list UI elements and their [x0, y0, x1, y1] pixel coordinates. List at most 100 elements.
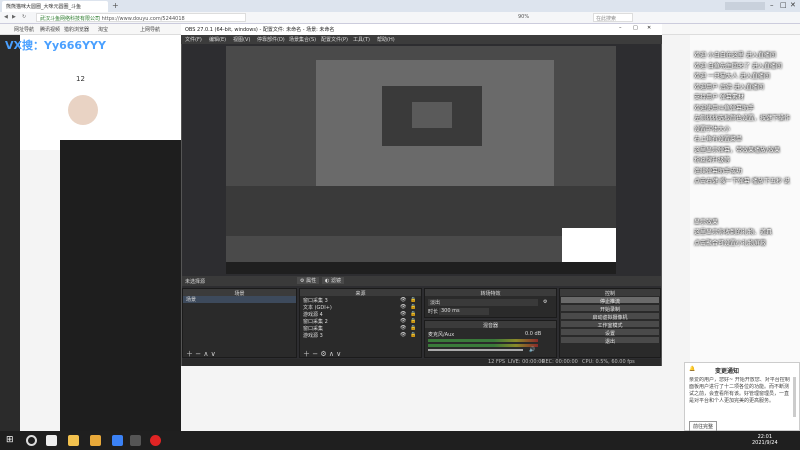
bookmark-4[interactable]: 淘宝 [98, 26, 108, 33]
obs-menubar: 文件(F) 编辑(E) 视图(V) 停靠部件(D) 场景集合(S) 配置文件(P… [181, 35, 662, 44]
volume-slider[interactable] [428, 349, 523, 351]
chat-message: 点击右键 搜一下弹幕 播放下五秒 说 [694, 178, 790, 185]
minimize-icon[interactable]: – [770, 1, 774, 9]
chat-message: 连续弹幕助手成功 [694, 167, 743, 175]
volume-meter [428, 339, 538, 342]
mute-icon[interactable]: 🔊 [529, 347, 535, 353]
close-icon[interactable]: ✕ [790, 1, 796, 9]
clock-date: 2021/9/24 [752, 440, 778, 446]
mixer-panel: 混音器 麦克风/Aux 0.0 dB 🔊 [424, 320, 557, 358]
back-icon[interactable]: ◀ [4, 14, 8, 20]
source-item[interactable]: 窗口采集 2 👁 🔒 [300, 318, 421, 325]
menu-docks[interactable]: 停靠部件(D) [257, 36, 285, 43]
menu-view[interactable]: 视图(V) [233, 36, 250, 43]
new-tab-button[interactable]: + [112, 1, 119, 10]
chat-message: 欢迎用户 后佛 进入直播间 [694, 83, 764, 91]
source-item[interactable]: 游戏源 3 👁 🔒 [300, 332, 421, 339]
browser-tab-bar: 熊熊猫咪大圆圈_大咪元圆圈_斗鱼 + – □ ✕ [0, 0, 800, 12]
mixer-track-level: 0.0 dB [525, 331, 542, 337]
status-cpu: CPU: 0.5%, 60.00 fps [582, 359, 635, 365]
refresh-icon[interactable]: ↻ [22, 14, 26, 20]
source-controls[interactable]: ＋ − ⚙ ∧ ∨ [303, 349, 341, 359]
transition-select[interactable]: 淡出 [428, 299, 538, 306]
source-item[interactable]: 文本 (GDI+) 👁 🔒 [300, 304, 421, 311]
obs-close-icon[interactable]: ✕ [647, 25, 651, 31]
chat-message: 欢迎使用斗鱼弹幕助手 [694, 104, 755, 112]
chat-message: 这里显示你收到的礼物、道具 [694, 229, 773, 236]
lock-icon[interactable]: 🔒 [410, 311, 416, 317]
status-rec: REC: 00:00:00 [542, 359, 578, 365]
visibility-icon[interactable]: 👁 [400, 332, 406, 338]
visibility-icon[interactable]: 👁 [400, 304, 406, 310]
start-recording-button[interactable]: 开始录制 [560, 304, 660, 313]
controls-panel: 控制 停止推流 开始录制 启动虚拟摄像机 工作室模式 设置 退出 [559, 288, 661, 358]
search-box[interactable]: 在此搜索 [593, 13, 633, 22]
obs-taskbar-icon[interactable] [130, 435, 141, 446]
taskview-icon[interactable] [46, 435, 57, 446]
scene-controls[interactable]: ＋ − ∧ ∨ [186, 349, 216, 359]
notification-scrollbar[interactable] [793, 377, 796, 417]
file-explorer-icon[interactable] [68, 435, 79, 446]
menu-file[interactable]: 文件(F) [185, 36, 202, 43]
visibility-icon[interactable]: 👁 [400, 297, 406, 303]
transition-settings-icon[interactable]: ⚙ [543, 299, 547, 305]
bookmark-3[interactable]: 猎豹浏览器 [64, 26, 89, 33]
notification-body: 亲爱的用户，您好~ 开始开放您、对平台控制面板用户进行了十二项各位的功能。而不断… [689, 377, 790, 404]
transitions-header: 转场特效 [425, 289, 556, 297]
visibility-icon[interactable]: 👁 [400, 325, 406, 331]
obs-minimize-icon[interactable]: – [619, 25, 622, 31]
browser-tab-active[interactable]: 熊熊猫咪大圆圈_大咪元圆圈_斗鱼 [2, 1, 108, 12]
lock-icon[interactable]: 🔒 [410, 325, 416, 331]
lock-icon[interactable]: 🔒 [410, 304, 416, 310]
obs-maximize-icon[interactable]: □ [633, 25, 638, 31]
lock-icon[interactable]: 🔒 [410, 332, 416, 338]
filters-button[interactable]: ◐ 滤镜 [322, 277, 344, 284]
obs-titlebar: OBS 27.0.1 (64-bit, windows) - 配置文件: 未命名… [181, 24, 662, 35]
source-item[interactable]: 窗口采集 3 👁 🔒 [300, 297, 421, 304]
chat-message: 点击聚合可设置小礼物屏蔽 [694, 239, 767, 247]
obs-statusbar: 12 FPS LIVE: 00:00:00 REC: 00:00:00 CPU:… [182, 359, 661, 366]
stop-streaming-button[interactable]: 停止推流 [560, 296, 660, 305]
menu-tools[interactable]: 工具(T) [353, 36, 370, 43]
browser-user-area[interactable] [725, 2, 765, 10]
sources-header: 来源 [300, 289, 421, 297]
url-org: 武汉斗鱼网络科技有限公司 [40, 16, 101, 22]
settings-button[interactable]: 设置 [560, 328, 660, 337]
menu-profile[interactable]: 配置文件(P) [321, 36, 348, 43]
no-source-label: 未选择源 [185, 279, 206, 285]
exit-button[interactable]: 退出 [560, 336, 660, 345]
forward-icon[interactable]: ▶ [12, 14, 16, 20]
menu-scene-collection[interactable]: 场景集合(S) [289, 36, 316, 43]
obs-preview[interactable] [226, 46, 616, 274]
sources-panel: 来源 窗口采集 3 👁 🔒 文本 (GDI+) 👁 🔒 游戏源 4 👁 🔒 窗口采集 2 👁 🔒 窗口采… [299, 288, 422, 358]
bookmark-2[interactable]: 腾讯视频 [40, 26, 60, 33]
zoom-level[interactable]: 90% [518, 14, 529, 20]
search-icon[interactable] [26, 435, 37, 446]
properties-button[interactable]: ⚙ 属性 [297, 277, 320, 284]
menu-help[interactable]: 帮助(H) [377, 36, 395, 43]
lock-icon[interactable]: 🔒 [410, 297, 416, 303]
source-item[interactable]: 窗口采集 👁 🔒 [300, 325, 421, 332]
windows-start-icon[interactable]: ⊞ [6, 435, 17, 446]
app-icon-2[interactable] [112, 435, 123, 446]
virtual-camera-button[interactable]: 启动虚拟摄像机 [560, 312, 660, 321]
follow-count: 12 [76, 75, 85, 83]
source-item[interactable]: 游戏源 4 👁 🔒 [300, 311, 421, 318]
app-icon-3[interactable] [150, 435, 161, 446]
visibility-icon[interactable]: 👁 [400, 318, 406, 324]
duration-input[interactable]: 300 ms [439, 308, 489, 315]
bookmark-5[interactable]: 上网导航 [140, 26, 160, 33]
url-input[interactable]: 武汉斗鱼网络科技有限公司 https://www.douyu.com/52440… [36, 13, 246, 22]
visibility-icon[interactable]: 👁 [400, 311, 406, 317]
notification-popup: 🔔 变更通知 亲爱的用户，您好~ 开始开放您、对平台控制面板用户进行了十二项各位… [684, 362, 800, 432]
studio-mode-button[interactable]: 工作室模式 [560, 320, 660, 329]
transitions-panel: 转场特效 淡出 ⚙ 时长 300 ms [424, 288, 557, 318]
lock-icon[interactable]: 🔒 [410, 318, 416, 324]
menu-edit[interactable]: 编辑(E) [209, 36, 226, 43]
app-icon-1[interactable] [90, 435, 101, 446]
chat-message: 支持用户 弹幕素材 [694, 94, 744, 101]
bookmark-1[interactable]: 网址导航 [14, 26, 34, 33]
maximize-icon[interactable]: □ [780, 1, 787, 9]
chat-message: 右上角有设置菜单 [694, 136, 743, 143]
scene-item[interactable]: 场景 [183, 296, 296, 303]
